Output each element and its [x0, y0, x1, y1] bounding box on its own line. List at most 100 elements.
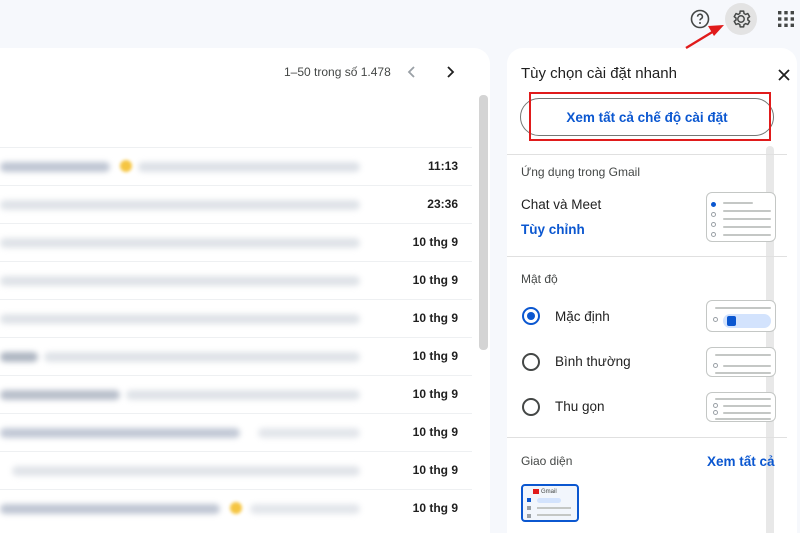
sender-blur: [0, 390, 120, 400]
mail-date: 10 thg 9: [412, 425, 458, 439]
next-page-button[interactable]: [438, 60, 462, 84]
divider: [507, 256, 787, 257]
previous-page-button[interactable]: [400, 60, 424, 84]
density-compact-label[interactable]: Thu gọn: [555, 399, 605, 414]
section-title-apps: Ứng dụng trong Gmail: [521, 165, 640, 179]
apps-button[interactable]: [770, 3, 800, 35]
chat-meet-thumbnail[interactable]: [706, 192, 776, 242]
sender-blur: [0, 504, 220, 514]
thumb-dot: [527, 514, 531, 518]
density-normal-thumbnail[interactable]: [706, 347, 776, 377]
see-all-settings-button[interactable]: Xem tất cả chế độ cài đặt: [520, 98, 774, 136]
settings-button[interactable]: [725, 3, 757, 35]
mail-row[interactable]: 23:36: [0, 185, 472, 223]
mail-row[interactable]: 10 thg 9: [0, 451, 472, 489]
grid-apps-icon: [778, 11, 794, 27]
subject-blur: [0, 276, 360, 286]
section-title-density: Mật độ: [521, 272, 558, 286]
thumb-line: [715, 307, 771, 309]
mail-row[interactable]: 10 thg 9: [0, 337, 472, 375]
density-compact-radio[interactable]: [522, 398, 540, 416]
thumb-line: [723, 226, 771, 228]
thumb-line: [723, 412, 771, 414]
mail-date: 11:13: [427, 159, 458, 173]
mail-row[interactable]: 10 thg 9: [0, 413, 472, 451]
chevron-left-icon: [407, 66, 415, 78]
thumb-dot: [711, 222, 716, 227]
thumb-dot: [713, 363, 718, 368]
subject-blur: [0, 314, 360, 324]
density-normal-radio[interactable]: [522, 353, 540, 371]
mail-row[interactable]: 10 thg 9: [0, 375, 472, 413]
close-button[interactable]: [773, 64, 795, 86]
divider: [507, 154, 787, 155]
gmail-logo-icon: [533, 489, 539, 494]
thumb-line: [723, 218, 771, 220]
thumb-line: [537, 498, 561, 503]
subject-blur: [250, 504, 360, 514]
thumb-line: [715, 372, 771, 374]
mail-date: 10 thg 9: [412, 463, 458, 477]
see-all-themes-link[interactable]: Xem tất cả: [707, 454, 775, 469]
mail-row[interactable]: 11:13: [0, 147, 472, 185]
customize-link[interactable]: Tùy chỉnh: [521, 222, 585, 237]
thumb-line: [723, 234, 771, 236]
mail-row[interactable]: 10 thg 9: [0, 261, 472, 299]
density-normal-label[interactable]: Bình thường: [555, 354, 631, 369]
panel-title: Tùy chọn cài đặt nhanh: [521, 65, 677, 82]
emoji-icon: [230, 502, 242, 514]
mail-row[interactable]: 10 thg 9: [0, 299, 472, 337]
thumb-line: [723, 365, 771, 367]
mail-row[interactable]: 10 thg 9: [0, 223, 472, 261]
thumb-dot: [711, 202, 716, 207]
mail-date: 23:36: [427, 197, 458, 211]
mail-date: 10 thg 9: [412, 349, 458, 363]
mail-row[interactable]: 10 thg 9: [0, 489, 472, 527]
quick-settings-panel: Tùy chọn cài đặt nhanh Xem tất cả chế độ…: [507, 48, 797, 533]
gear-icon: [733, 10, 751, 28]
help-circle-icon: [690, 9, 710, 29]
density-compact-thumbnail[interactable]: [706, 392, 776, 422]
close-icon: [778, 69, 790, 81]
pagination-text: 1–50 trong số 1.478: [284, 65, 391, 79]
thumb-line: [715, 398, 771, 400]
mail-list-scrollbar[interactable]: [479, 95, 488, 350]
density-default-radio[interactable]: [522, 307, 540, 325]
thumb-line: [723, 210, 771, 212]
subject-blur: [0, 238, 360, 248]
thumb-dot: [713, 410, 718, 415]
thumb-dot: [711, 212, 716, 217]
subject-blur: [12, 466, 360, 476]
sender-blur: [0, 162, 110, 172]
sender-blur: [0, 352, 38, 362]
chat-meet-label: Chat và Meet: [521, 197, 602, 212]
thumb-line: [537, 514, 571, 516]
thumb-line: [715, 418, 771, 420]
subject-blur: [138, 162, 360, 172]
density-default-thumbnail[interactable]: [706, 300, 776, 332]
subject-blur: [44, 352, 360, 362]
thumb-line: [537, 507, 571, 509]
thumb-dot: [713, 317, 718, 322]
subject-blur: [0, 200, 360, 210]
thumb-line: [723, 202, 753, 204]
thumb-line: [715, 354, 771, 356]
subject-blur: [258, 428, 360, 438]
mail-date: 10 thg 9: [412, 311, 458, 325]
section-title-theme: Giao diện: [521, 454, 573, 468]
mail-date: 10 thg 9: [412, 501, 458, 515]
mail-date: 10 thg 9: [412, 273, 458, 287]
thumb-line: [723, 405, 771, 407]
density-default-label[interactable]: Mặc định: [555, 309, 610, 324]
subject-blur: [126, 390, 360, 400]
divider: [507, 437, 787, 438]
help-button[interactable]: [684, 3, 716, 35]
theme-thumbnail[interactable]: Gmail: [521, 484, 579, 522]
thumb-dot: [527, 506, 531, 510]
mail-date: 10 thg 9: [412, 235, 458, 249]
sender-blur: [0, 428, 240, 438]
chevron-right-icon: [447, 66, 455, 78]
thumb-dot: [711, 232, 716, 237]
mail-date: 10 thg 9: [412, 387, 458, 401]
theme-thumb-text: Gmail: [541, 489, 557, 495]
